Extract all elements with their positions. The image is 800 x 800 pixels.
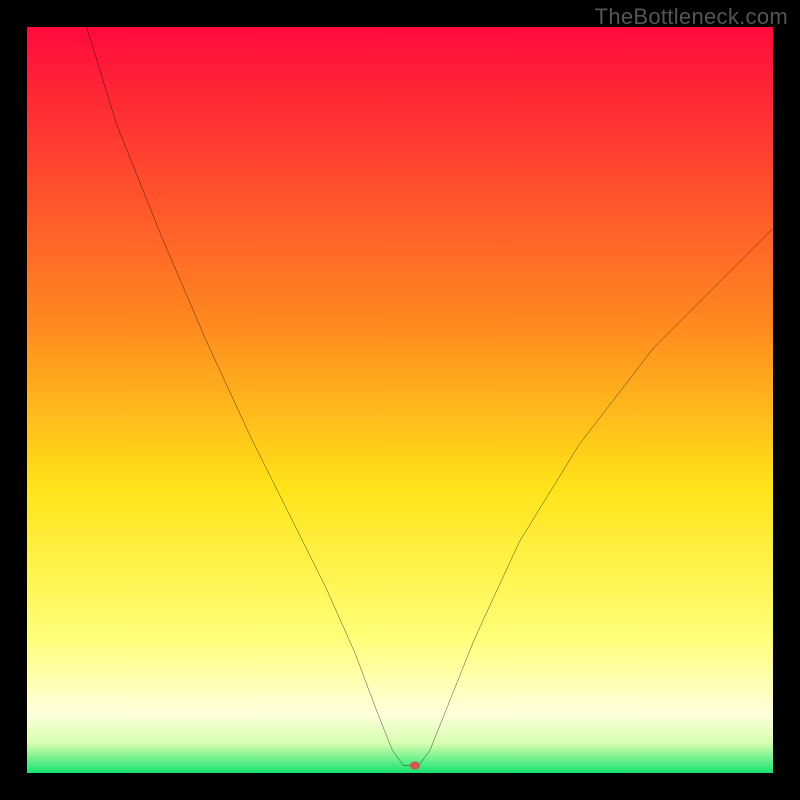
gradient-background [27, 27, 773, 773]
watermark-text: TheBottleneck.com [595, 4, 788, 30]
plot-area [27, 27, 773, 773]
plot-svg [27, 27, 773, 773]
optimal-point-marker [410, 762, 420, 770]
chart-frame: TheBottleneck.com [0, 0, 800, 800]
